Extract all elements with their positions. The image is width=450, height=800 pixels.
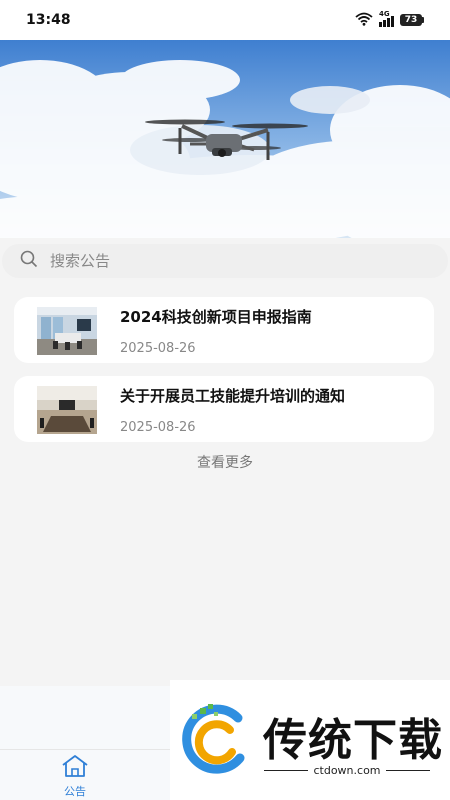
notice-thumbnail xyxy=(37,386,97,434)
notice-date: 2025-08-26 xyxy=(120,420,196,435)
watermark-logo-icon xyxy=(178,700,256,782)
notice-thumbnail xyxy=(37,307,97,355)
tab-label: 公告 xyxy=(64,785,86,798)
see-more-link[interactable]: 查看更多 xyxy=(0,452,450,472)
tab-notices[interactable]: 公告 xyxy=(52,754,98,798)
notice-date: 2025-08-26 xyxy=(120,341,196,356)
search-input[interactable] xyxy=(48,251,412,271)
watermark-text: 传统下载 xyxy=(263,715,443,766)
status-bar: 13:48 4G 73 xyxy=(0,0,450,40)
search-box[interactable] xyxy=(2,244,448,278)
notice-title: 关于开展员工技能提升培训的通知 xyxy=(120,387,346,405)
watermark-url-text: ctdown.com xyxy=(313,764,381,777)
banner-image[interactable] xyxy=(0,40,450,238)
status-time: 13:48 xyxy=(26,12,71,28)
watermark-url: ctdown.com xyxy=(264,764,430,777)
home-icon xyxy=(60,754,90,782)
watermark: 传统下载 ctdown.com xyxy=(170,680,450,800)
search-icon xyxy=(20,250,38,272)
notice-card[interactable]: 关于开展员工技能提升培训的通知 2025-08-26 xyxy=(14,376,434,442)
cellular-signal-icon: 4G xyxy=(379,10,394,27)
status-icons: 4G 73 xyxy=(355,10,424,30)
notice-title: 2024科技创新项目申报指南 xyxy=(120,308,312,326)
wifi-icon xyxy=(355,11,373,30)
search-bar xyxy=(0,244,450,280)
battery-level: 73 xyxy=(400,14,422,26)
battery-icon: 73 xyxy=(400,14,424,26)
notice-card[interactable]: 2024科技创新项目申报指南 2025-08-26 xyxy=(14,297,434,363)
network-type: 4G xyxy=(379,10,390,18)
